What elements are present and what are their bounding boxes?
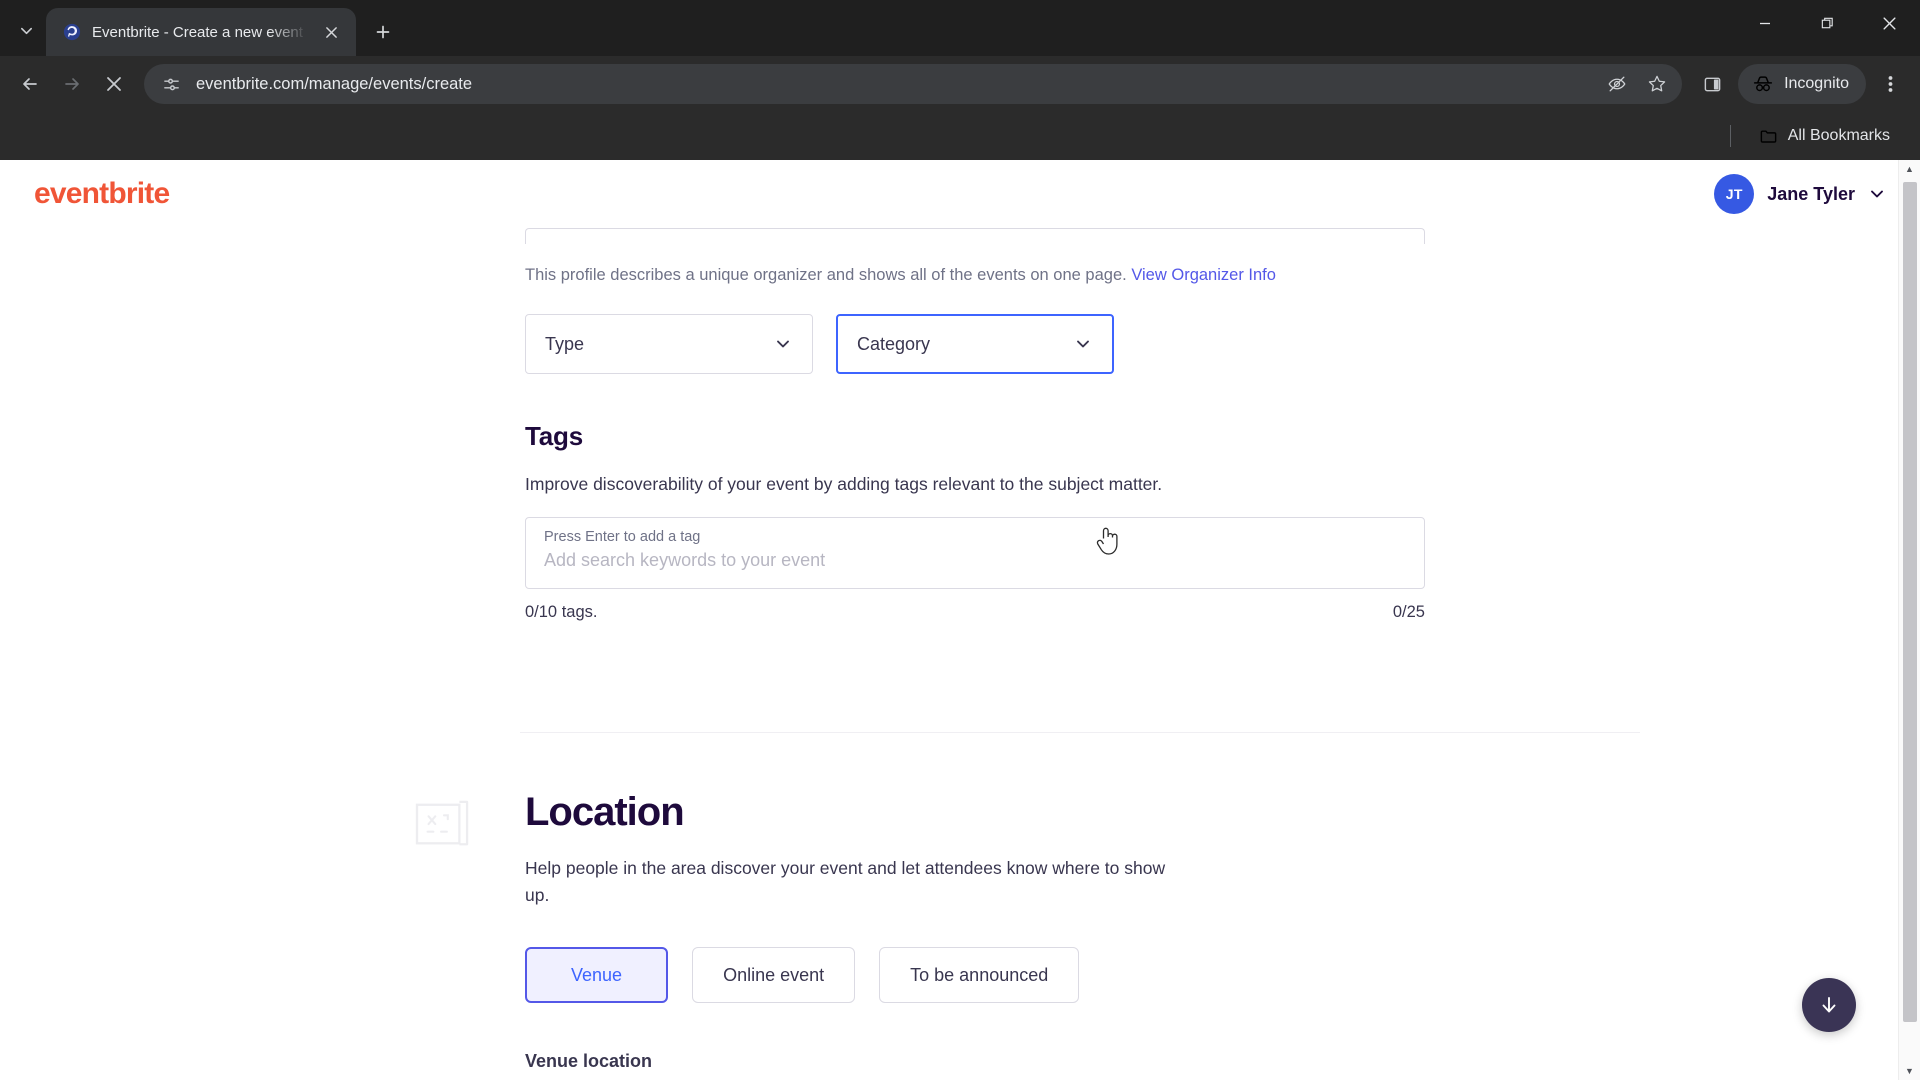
tags-counters: 0/10 tags. 0/25 (525, 603, 1425, 622)
stop-loading-button[interactable] (94, 64, 134, 104)
back-button[interactable] (10, 64, 50, 104)
window-scrollbar-thumb[interactable] (1903, 182, 1917, 1022)
bookmarks-bar: All Bookmarks (0, 112, 1920, 160)
event-create-form: This profile describes a unique organize… (0, 228, 1898, 1080)
category-select[interactable]: Category (836, 314, 1114, 375)
page-viewport: eventbrite JT Jane Tyler This profile de… (0, 160, 1920, 1080)
browser-tab[interactable]: Eventbrite - Create a new event (46, 8, 356, 56)
url-text: eventbrite.com/manage/events/create (196, 74, 473, 93)
stop-loading-icon (107, 77, 121, 91)
tab-strip: Eventbrite - Create a new event (0, 0, 1920, 56)
chevron-down-icon (20, 27, 32, 34)
scroll-to-bottom-button[interactable] (1802, 978, 1856, 1032)
window-scroll-up-arrow[interactable]: ▲ (1899, 160, 1920, 178)
window-controls (1734, 0, 1920, 46)
view-organizer-info-link[interactable]: View Organizer Info (1131, 266, 1276, 284)
chevron-down-icon (1871, 190, 1883, 198)
location-option-online[interactable]: Online event (692, 947, 856, 1004)
eventbrite-favicon (62, 22, 82, 42)
location-option-venue[interactable]: Venue (525, 947, 669, 1004)
location-option-tba[interactable]: To be announced (879, 947, 1080, 1004)
organizer-name-input-cutoff[interactable] (525, 228, 1425, 244)
close-icon (325, 26, 337, 38)
tracking-protection-button[interactable] (1600, 67, 1634, 101)
tab-title: Eventbrite - Create a new event (92, 23, 303, 41)
chevron-down-icon (1074, 335, 1092, 353)
organizer-helper-label: This profile describes a unique organize… (525, 266, 1127, 284)
section-divider (520, 732, 1640, 734)
user-menu[interactable]: JT Jane Tyler (1714, 174, 1886, 214)
all-bookmarks-label: All Bookmarks (1787, 127, 1890, 144)
folder-icon (1760, 129, 1777, 143)
forward-button[interactable] (52, 64, 92, 104)
tags-section-description: Improve discoverability of your event by… (525, 474, 1163, 495)
form-column: This profile describes a unique organize… (525, 228, 1425, 622)
side-panel-button[interactable] (1692, 64, 1732, 104)
browser-toolbar: eventbrite.com/manage/events/create Inco… (0, 56, 1920, 112)
bookmark-button[interactable] (1640, 67, 1674, 101)
browser-menu-button[interactable] (1870, 64, 1910, 104)
location-column: Location Help people in the area discove… (415, 791, 1425, 1072)
location-option-venue-label: Venue (571, 964, 623, 985)
close-window-button[interactable] (1858, 0, 1920, 46)
tags-input[interactable]: Press Enter to add a tag Add search keyw… (525, 517, 1425, 590)
organizer-helper-text: This profile describes a unique organize… (525, 264, 1425, 287)
location-option-tba-label: To be announced (910, 964, 1049, 985)
browser-window: Eventbrite - Create a new event eventbri… (0, 0, 1920, 1080)
down-arrow-icon (1822, 997, 1836, 1013)
location-option-online-label: Online event (723, 964, 825, 985)
location-type-options: Venue Online event To be announced (525, 947, 1185, 1004)
tags-count: 0/10 tags. (525, 603, 598, 622)
back-arrow-icon (23, 78, 37, 90)
forward-arrow-icon (65, 78, 79, 90)
tag-char-count: 0/25 (1392, 603, 1425, 622)
type-category-row: Type Category (525, 314, 1425, 375)
tab-search-button[interactable] (6, 11, 46, 49)
close-icon (1882, 16, 1896, 30)
minimize-button[interactable] (1734, 0, 1796, 46)
tags-section-title: Tags (525, 421, 583, 452)
tags-input-placeholder: Add search keywords to your event (544, 549, 826, 570)
eventbrite-header: eventbrite JT Jane Tyler (0, 160, 1920, 228)
new-tab-button[interactable] (366, 15, 400, 49)
minimize-icon (1760, 22, 1770, 25)
page-content-scroll-region: This profile describes a unique organize… (0, 228, 1920, 1080)
category-select-label: Category (857, 333, 931, 354)
maximize-button[interactable] (1796, 0, 1858, 46)
tab-close-button[interactable] (318, 19, 344, 45)
incognito-label: Incognito (1784, 75, 1849, 92)
type-select[interactable]: Type (525, 314, 813, 375)
address-bar[interactable]: eventbrite.com/manage/events/create (144, 64, 1683, 104)
eye-crossed-icon (1608, 76, 1626, 92)
star-icon (1648, 75, 1666, 92)
page-settings-icon[interactable] (158, 71, 184, 97)
location-text-block: Location Help people in the area discove… (525, 791, 1185, 1072)
map-blueprint-icon (415, 800, 469, 846)
plus-icon (376, 25, 390, 39)
type-select-label: Type (545, 333, 585, 354)
three-dot-menu-icon (1888, 76, 1892, 92)
avatar: JT (1714, 174, 1755, 214)
location-section: Location Help people in the area discove… (415, 791, 1425, 1072)
chevron-down-icon (774, 335, 792, 353)
window-scrollbar[interactable]: ▲ ▼ (1898, 160, 1920, 1080)
all-bookmarks-button[interactable]: All Bookmarks (1749, 121, 1900, 152)
location-title: Location (525, 790, 685, 835)
address-bar-actions (1600, 67, 1674, 101)
restore-icon (1821, 17, 1833, 28)
incognito-hat-icon (1753, 76, 1773, 92)
bookmarks-divider (1729, 125, 1731, 147)
side-panel-icon (1704, 77, 1720, 91)
location-description: Help people in the area discover your ev… (525, 858, 1166, 906)
incognito-indicator[interactable]: Incognito (1738, 64, 1866, 104)
tags-input-hint: Press Enter to add a tag (544, 529, 701, 546)
eventbrite-logo[interactable]: eventbrite (34, 177, 170, 211)
window-scroll-down-arrow[interactable]: ▼ (1899, 1062, 1920, 1080)
venue-location-label: Venue location (525, 1051, 653, 1072)
user-name: Jane Tyler (1767, 183, 1855, 204)
